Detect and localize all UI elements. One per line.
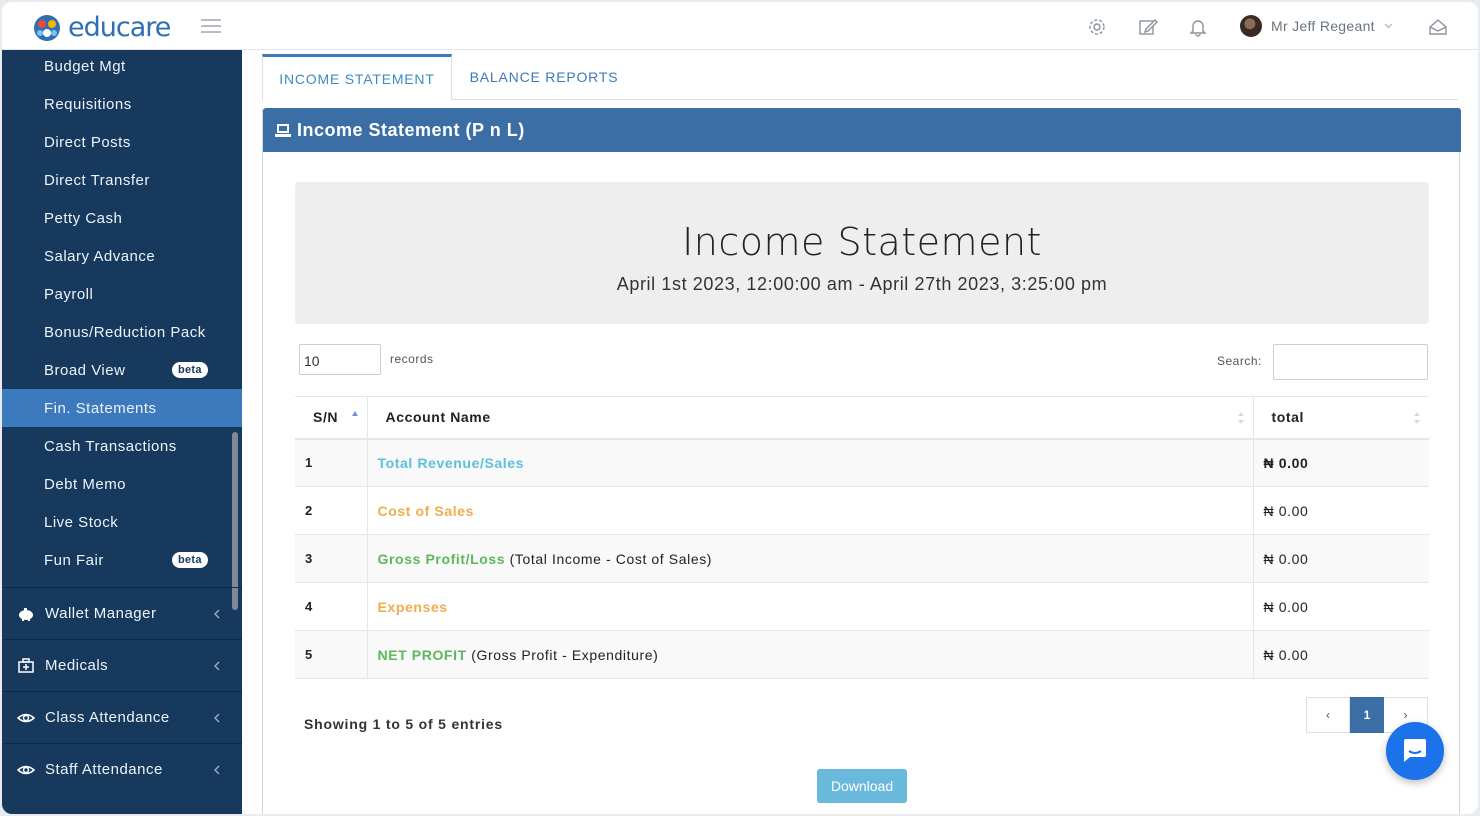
income-statement-table: S/N Account Name total 1 Total Revenue/S… [295, 396, 1429, 679]
eye-icon [17, 713, 35, 723]
panel-header: Income Statement (P n L) [263, 108, 1461, 152]
chevron-left-icon [214, 713, 220, 723]
report-title: Income Statement [682, 220, 1042, 264]
column-header-sn[interactable]: S/N [295, 396, 367, 440]
sidebar-item-cash-transactions[interactable]: Cash Transactions [2, 427, 242, 465]
sidebar-group-staff-attendance[interactable]: Staff Attendance [2, 743, 242, 795]
sidebar-item-bonus-reduction-pack[interactable]: Bonus/Reduction Pack [2, 313, 242, 351]
chat-bubble-icon [1404, 739, 1426, 762]
settings-gear-icon[interactable] [1087, 17, 1107, 37]
beta-badge: beta [172, 362, 208, 378]
app-window: educare Mr Jeff Regeant Budget Mgt Requi… [2, 2, 1478, 814]
chat-button[interactable] [1386, 722, 1444, 780]
sidebar-item-debt-memo[interactable]: Debt Memo [2, 465, 242, 503]
sidebar-item-petty-cash[interactable]: Petty Cash [2, 199, 242, 237]
column-header-account-name[interactable]: Account Name [366, 396, 1253, 440]
user-name: Mr Jeff Regeant [1271, 18, 1375, 34]
row-sn: 3 [295, 534, 367, 583]
sidebar-group-wallet-manager[interactable]: Wallet Manager [2, 587, 242, 639]
search-input[interactable] [1273, 344, 1428, 380]
row-sn: 2 [295, 486, 367, 535]
row-total: ₦ 0.00 [1252, 630, 1429, 679]
row-total: ₦ 0.00 [1252, 438, 1429, 487]
chevron-left-icon [214, 661, 220, 671]
tab-balance-reports[interactable]: BALANCE REPORTS [456, 54, 632, 100]
tab-bar: INCOME STATEMENT BALANCE REPORTS [262, 54, 1458, 101]
logo[interactable]: educare [32, 12, 171, 43]
table-row: 2 Cost of Sales ₦ 0.00 [295, 486, 1429, 535]
row-sn: 1 [295, 438, 367, 487]
sort-icon [1237, 412, 1244, 424]
page-length-select[interactable]: 10 [299, 344, 381, 375]
income-statement-panel: Income Statement (P n L) Income Statemen… [262, 108, 1461, 814]
sort-asc-icon [352, 411, 358, 416]
edit-icon[interactable] [1138, 17, 1158, 37]
piggy-bank-icon [19, 608, 33, 621]
sidebar-item-budget-mgt[interactable]: Budget Mgt [2, 50, 242, 85]
previous-page-button[interactable]: ‹ [1306, 697, 1350, 733]
sidebar-item-fun-fair[interactable]: Fun Fair beta [2, 541, 242, 579]
eye-icon [17, 765, 35, 775]
avatar [1240, 15, 1262, 37]
user-menu[interactable]: Mr Jeff Regeant [1240, 15, 1393, 37]
row-account-note: (Total Income - Cost of Sales) [509, 550, 713, 567]
column-header-total[interactable]: total [1252, 396, 1429, 440]
table-row: 5 NET PROFIT (Gross Profit - Expenditure… [295, 630, 1429, 679]
table-row: 4 Expenses ₦ 0.00 [295, 582, 1429, 631]
row-account-name: Expenses [366, 582, 1253, 631]
row-account-name: Total Revenue/Sales [366, 438, 1253, 487]
sidebar-scrollbar[interactable] [232, 432, 238, 610]
sort-icon [1414, 412, 1420, 424]
sidebar-group-medicals[interactable]: Medicals [2, 639, 242, 691]
row-account-name: Gross Profit/Loss (Total Income - Cost o… [366, 534, 1253, 583]
download-button[interactable]: Download [817, 769, 907, 803]
table-row: 3 Gross Profit/Loss (Total Income - Cost… [295, 534, 1429, 583]
report-heading: Income Statement April 1st 2023, 12:00:0… [295, 182, 1429, 324]
logo-icon [34, 14, 60, 41]
sidebar-item-payroll[interactable]: Payroll [2, 275, 242, 313]
row-account-note: (Gross Profit - Expenditure) [471, 646, 659, 663]
logo-text: educare [68, 12, 171, 43]
sidebar-item-fin-statements[interactable]: Fin. Statements [2, 389, 242, 427]
home-icon[interactable] [1428, 17, 1448, 37]
menu-toggle-icon[interactable] [201, 19, 221, 33]
chevron-down-icon [1384, 23, 1393, 29]
row-account-name: Cost of Sales [366, 486, 1253, 535]
page-1-button[interactable]: 1 [1350, 697, 1384, 733]
chevron-left-icon [214, 765, 220, 775]
top-bar: educare Mr Jeff Regeant [2, 2, 1478, 50]
sidebar-item-direct-posts[interactable]: Direct Posts [2, 123, 242, 161]
sidebar-group-class-attendance[interactable]: Class Attendance [2, 691, 242, 743]
sidebar: Budget Mgt Requisitions Direct Posts Dir… [2, 50, 242, 814]
tab-income-statement[interactable]: INCOME STATEMENT [262, 54, 452, 101]
row-total: ₦ 0.00 [1252, 534, 1429, 583]
row-account-name: NET PROFIT (Gross Profit - Expenditure) [366, 630, 1253, 679]
panel-title: Income Statement (P n L) [297, 119, 525, 140]
beta-badge: beta [172, 552, 208, 568]
report-period: April 1st 2023, 12:00:00 am - April 27th… [616, 274, 1108, 294]
notification-bell-icon[interactable] [1188, 17, 1208, 37]
sidebar-item-salary-advance[interactable]: Salary Advance [2, 237, 242, 275]
row-total: ₦ 0.00 [1252, 582, 1429, 631]
report-icon [275, 124, 291, 137]
sidebar-item-direct-transfer[interactable]: Direct Transfer [2, 161, 242, 199]
records-label: records [390, 352, 434, 366]
row-sn: 5 [295, 630, 367, 679]
row-total: ₦ 0.00 [1252, 486, 1429, 535]
sidebar-item-live-stock[interactable]: Live Stock [2, 503, 242, 541]
table-info: Showing 1 to 5 of 5 entries [304, 716, 503, 732]
search-label: Search: [1217, 354, 1262, 368]
sidebar-item-requisitions[interactable]: Requisitions [2, 85, 242, 123]
sidebar-item-broad-view[interactable]: Broad View beta [2, 351, 242, 389]
table-row: 1 Total Revenue/Sales ₦ 0.00 [295, 438, 1429, 487]
medical-kit-icon [18, 658, 34, 673]
row-sn: 4 [295, 582, 367, 631]
chevron-left-icon [214, 609, 220, 619]
